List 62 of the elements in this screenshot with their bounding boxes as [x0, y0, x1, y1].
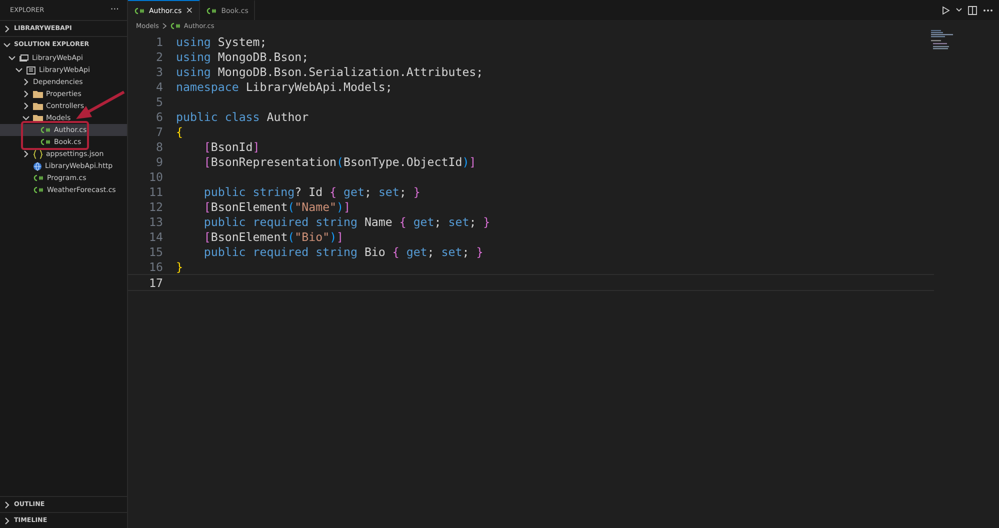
project-icon: [26, 66, 36, 74]
code-line: [BsonElement("Bio")]: [202, 230, 344, 244]
close-icon[interactable]: ×: [186, 6, 194, 16]
run-icon[interactable]: [942, 6, 950, 14]
more-actions-button[interactable]: ···: [110, 5, 119, 15]
more-icon[interactable]: [983, 8, 993, 12]
code-line: }: [176, 260, 183, 274]
code-line: using System;: [176, 34, 267, 48]
chevron-right-icon[interactable]: [3, 24, 11, 32]
csharp-file-icon: [40, 126, 51, 134]
highlight-frame: [21, 121, 89, 150]
code-line: public class Author: [176, 110, 309, 124]
line-number: 13: [148, 214, 164, 228]
code-line: {: [176, 124, 183, 138]
code-line: [BsonRepresentation(BsonType.ObjectId)]: [202, 154, 476, 168]
code-line: namespace LibraryWebApi.Models;: [176, 80, 392, 94]
code-line: using MongoDB.Bson.Serialization.Attributes;: [176, 64, 484, 78]
solution-icon: [19, 54, 29, 62]
chevron-right-icon[interactable]: [3, 500, 11, 508]
split-editor-icon[interactable]: [968, 6, 977, 14]
chevron-right-icon[interactable]: [3, 516, 11, 524]
code-line: public string? Id { get; set; }: [202, 184, 420, 198]
chevron-right-icon[interactable]: [22, 90, 30, 98]
minimap-drawing: [931, 30, 955, 50]
line-number: 5: [155, 94, 164, 108]
line-number: 2: [155, 50, 164, 64]
csharp-file-icon: [170, 22, 181, 30]
csharp-file-icon: [206, 6, 218, 14]
line-number: 8: [155, 140, 164, 154]
line-number: 11: [148, 184, 164, 198]
caret-icon[interactable]: [956, 8, 962, 12]
chevron-right-icon[interactable]: [22, 102, 30, 110]
csharp-file-icon: [40, 138, 51, 146]
line-number: 6: [155, 110, 164, 124]
line-number: 3: [155, 64, 164, 78]
line-number: 12: [148, 200, 164, 214]
code-line: using MongoDB.Bson;: [176, 50, 309, 64]
chevron-right-icon: [162, 23, 167, 29]
code-line: [BsonId]: [202, 140, 260, 154]
globe-icon: [33, 162, 42, 170]
chevron-right-icon[interactable]: [22, 150, 30, 158]
line-number: 16: [148, 260, 164, 274]
line-number: 17: [148, 276, 164, 290]
line-number: 1: [155, 34, 164, 48]
csharp-file-icon: [33, 186, 44, 194]
line-number: 9: [155, 154, 164, 168]
csharp-file-icon: [134, 6, 145, 14]
line-number: 7: [155, 124, 164, 138]
chevron-down-icon[interactable]: [15, 66, 23, 74]
chevron-down-icon[interactable]: [3, 40, 11, 48]
code-line: public required string Name { get; set; }: [202, 214, 490, 228]
braces-icon: [33, 150, 43, 158]
code-line: public required string Bio { get; set; }: [202, 244, 484, 258]
chevron-down-icon[interactable]: [22, 114, 30, 122]
code-line: [BsonElement("Name")]: [202, 200, 351, 214]
line-number: 14: [148, 230, 164, 244]
line-number: 4: [155, 80, 164, 94]
line-number: 10: [148, 170, 164, 184]
csharp-file-icon: [33, 174, 44, 182]
chevron-right-icon[interactable]: [22, 78, 30, 86]
chevron-down-icon[interactable]: [8, 54, 16, 62]
line-number: 15: [148, 244, 164, 258]
